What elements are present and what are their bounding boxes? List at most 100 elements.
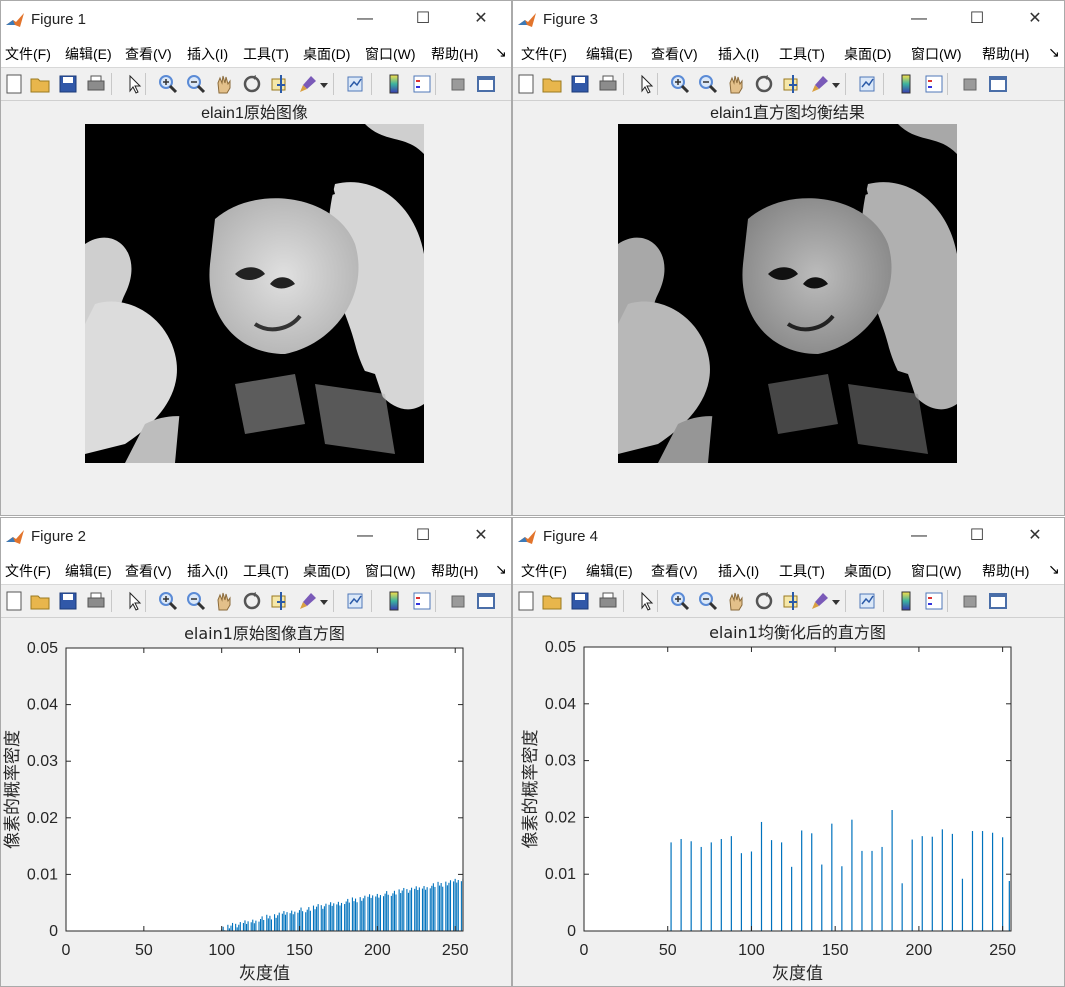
histogram-chart[interactable]: 0 0.01 0.02 0.03 0.04 0.05 0 50 100 150 200 250 elai… [1, 616, 512, 987]
legend-icon[interactable] [411, 73, 433, 95]
menu-item-7[interactable]: 帮助(H) [431, 561, 478, 581]
rotate-3d-icon[interactable] [753, 73, 775, 95]
zoom-in-icon[interactable] [669, 590, 691, 612]
menu-item-2[interactable]: 查看(V) [125, 561, 172, 581]
save-icon[interactable] [57, 590, 79, 612]
select-arrow-icon[interactable] [123, 590, 145, 612]
new-figure-icon[interactable] [515, 590, 537, 612]
zoom-out-icon[interactable] [185, 590, 207, 612]
menu-item-4[interactable]: 工具(T) [243, 561, 289, 581]
menu-overflow-icon[interactable]: ↘ [1048, 561, 1060, 578]
legend-icon[interactable] [923, 590, 945, 612]
title-bar[interactable]: Figure 4 — ☐ ✕ [513, 518, 1064, 556]
minimize-button[interactable]: — [905, 522, 933, 550]
menu-item-5[interactable]: 桌面(D) [844, 561, 891, 581]
open-folder-icon[interactable] [29, 590, 51, 612]
close-button[interactable]: ✕ [1021, 522, 1049, 550]
print-icon[interactable] [85, 590, 107, 612]
maximize-button[interactable]: ☐ [963, 5, 991, 33]
menu-item-2[interactable]: 查看(V) [651, 44, 698, 64]
pan-hand-icon[interactable] [725, 73, 747, 95]
maximize-button[interactable]: ☐ [409, 522, 437, 550]
zoom-in-icon[interactable] [669, 73, 691, 95]
new-figure-icon[interactable] [515, 73, 537, 95]
menu-item-6[interactable]: 窗口(W) [911, 561, 962, 581]
menu-item-1[interactable]: 编辑(E) [586, 44, 633, 64]
menu-item-0[interactable]: 文件(F) [521, 44, 567, 64]
hide-plot-tools-icon[interactable] [447, 590, 469, 612]
menu-item-0[interactable]: 文件(F) [5, 561, 51, 581]
rotate-3d-icon[interactable] [241, 590, 263, 612]
select-arrow-icon[interactable] [123, 73, 145, 95]
brush-dropdown-icon[interactable] [319, 590, 329, 612]
save-icon[interactable] [569, 590, 591, 612]
minimize-button[interactable]: — [351, 522, 379, 550]
save-icon[interactable] [57, 73, 79, 95]
image-axes[interactable] [618, 124, 957, 463]
brush-icon[interactable] [809, 590, 831, 612]
title-bar[interactable]: Figure 3 — ☐ ✕ [513, 1, 1064, 39]
show-plot-tools-icon[interactable] [987, 590, 1009, 612]
menu-item-6[interactable]: 窗口(W) [911, 44, 962, 64]
brush-icon[interactable] [297, 590, 319, 612]
brush-dropdown-icon[interactable] [831, 73, 841, 95]
histogram-chart[interactable]: 0 0.01 0.02 0.03 0.04 0.05 0 50 100 150 200 250 elai… [513, 616, 1065, 987]
brush-dropdown-icon[interactable] [319, 73, 329, 95]
zoom-in-icon[interactable] [157, 590, 179, 612]
menu-item-5[interactable]: 桌面(D) [844, 44, 891, 64]
menu-item-4[interactable]: 工具(T) [243, 44, 289, 64]
figure-2-window[interactable]: Figure 2 — ☐ ✕ 文件(F) 编辑(E) 查看(V) 插入(I) 工具(T)… [0, 517, 512, 987]
zoom-out-icon[interactable] [697, 590, 719, 612]
close-button[interactable]: ✕ [467, 522, 495, 550]
data-cursor-icon[interactable] [269, 590, 291, 612]
colorbar-icon[interactable] [383, 590, 405, 612]
menu-item-4[interactable]: 工具(T) [779, 44, 825, 64]
link-plot-icon[interactable] [857, 590, 879, 612]
pan-hand-icon[interactable] [725, 590, 747, 612]
title-bar[interactable]: Figure 1 — ☐ ✕ [1, 1, 511, 39]
zoom-out-icon[interactable] [185, 73, 207, 95]
menu-overflow-icon[interactable]: ↘ [1048, 44, 1060, 61]
menu-item-7[interactable]: 帮助(H) [982, 44, 1029, 64]
zoom-out-icon[interactable] [697, 73, 719, 95]
colorbar-icon[interactable] [383, 73, 405, 95]
rotate-3d-icon[interactable] [241, 73, 263, 95]
link-plot-icon[interactable] [345, 73, 367, 95]
menu-item-2[interactable]: 查看(V) [651, 561, 698, 581]
new-figure-icon[interactable] [3, 73, 25, 95]
maximize-button[interactable]: ☐ [963, 522, 991, 550]
open-folder-icon[interactable] [541, 73, 563, 95]
menu-overflow-icon[interactable]: ↘ [495, 561, 507, 578]
menu-item-5[interactable]: 桌面(D) [303, 561, 350, 581]
menu-item-7[interactable]: 帮助(H) [982, 561, 1029, 581]
brush-dropdown-icon[interactable] [831, 590, 841, 612]
hide-plot-tools-icon[interactable] [959, 590, 981, 612]
title-bar[interactable]: Figure 2 — ☐ ✕ [1, 518, 511, 556]
menu-item-2[interactable]: 查看(V) [125, 44, 172, 64]
print-icon[interactable] [85, 73, 107, 95]
data-cursor-icon[interactable] [781, 73, 803, 95]
menu-item-3[interactable]: 插入(I) [718, 561, 759, 581]
open-folder-icon[interactable] [541, 590, 563, 612]
menu-item-3[interactable]: 插入(I) [718, 44, 759, 64]
print-icon[interactable] [597, 73, 619, 95]
maximize-button[interactable]: ☐ [409, 5, 437, 33]
legend-icon[interactable] [923, 73, 945, 95]
print-icon[interactable] [597, 590, 619, 612]
minimize-button[interactable]: — [351, 5, 379, 33]
menu-item-3[interactable]: 插入(I) [187, 44, 228, 64]
close-button[interactable]: ✕ [1021, 5, 1049, 33]
data-cursor-icon[interactable] [781, 590, 803, 612]
minimize-button[interactable]: — [905, 5, 933, 33]
brush-icon[interactable] [809, 73, 831, 95]
figure-3-window[interactable]: Figure 3 — ☐ ✕ 文件(F) 编辑(E) 查看(V) 插入(I) 工具(T)… [512, 0, 1065, 516]
menu-overflow-icon[interactable]: ↘ [495, 44, 507, 61]
show-plot-tools-icon[interactable] [987, 73, 1009, 95]
figure-4-window[interactable]: Figure 4 — ☐ ✕ 文件(F) 编辑(E) 查看(V) 插入(I) 工具(T)… [512, 517, 1065, 987]
select-arrow-icon[interactable] [635, 73, 657, 95]
legend-icon[interactable] [411, 590, 433, 612]
hide-plot-tools-icon[interactable] [447, 73, 469, 95]
menu-item-4[interactable]: 工具(T) [779, 561, 825, 581]
pan-hand-icon[interactable] [213, 590, 235, 612]
colorbar-icon[interactable] [895, 73, 917, 95]
